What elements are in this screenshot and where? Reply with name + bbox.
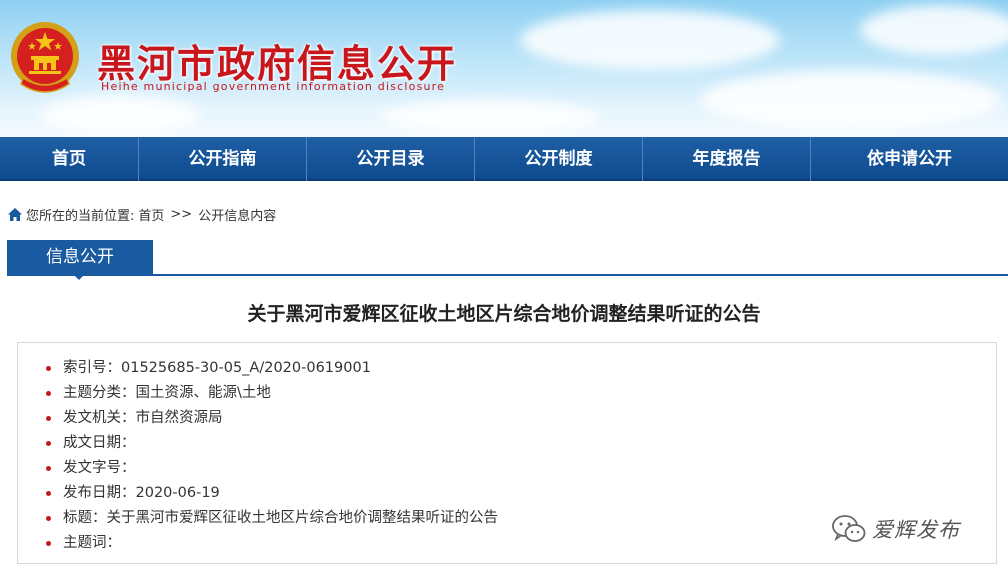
meta-row-written-date: 成文日期：: [46, 431, 498, 456]
bullet-icon: [46, 541, 51, 546]
tab-caret-icon: [73, 274, 85, 280]
nav-item-policy[interactable]: 公开制度: [475, 137, 643, 181]
nav-item-home[interactable]: 首页: [0, 137, 139, 181]
meta-row-title: 标题： 关于黑河市爱辉区征收土地区片综合地价调整结果听证的公告: [46, 506, 498, 531]
breadcrumb-current: 公开信息内容: [198, 209, 277, 224]
meta-value: 市自然资源局: [135, 410, 223, 426]
tab-info-disclosure[interactable]: 信息公开: [7, 240, 153, 274]
nav-item-guide[interactable]: 公开指南: [139, 137, 307, 181]
meta-label: 发文机关：: [63, 410, 136, 426]
bullet-icon: [46, 491, 51, 496]
breadcrumb-prefix: 您所在的当前位置:: [26, 209, 135, 224]
cloud-decoration: [520, 10, 780, 70]
meta-label: 索引号：: [63, 360, 121, 376]
nav-item-apply-disclosure[interactable]: 依申请公开: [811, 137, 1008, 181]
wechat-watermark: 爱辉发布: [832, 514, 960, 544]
meta-label: 主题分类：: [63, 385, 136, 401]
home-icon: [8, 208, 22, 221]
bullet-icon: [46, 366, 51, 371]
nav-item-catalog[interactable]: 公开目录: [307, 137, 475, 181]
meta-value: 国土资源、能源\土地: [135, 385, 271, 401]
national-emblem-icon: [11, 22, 79, 93]
bullet-icon: [46, 466, 51, 471]
cloud-decoration: [700, 70, 1000, 130]
meta-row-document-number: 发文字号：: [46, 456, 498, 481]
article-title: 关于黑河市爱辉区征收土地区片综合地价调整结果听证的公告: [247, 303, 761, 325]
meta-value: 关于黑河市爱辉区征收土地区片综合地价调整结果听证的公告: [106, 510, 499, 526]
bullet-icon: [46, 391, 51, 396]
wechat-icon: [832, 515, 866, 542]
meta-list: 索引号： 01525685-30-05_A/2020-0619001 主题分类：…: [46, 356, 498, 556]
cloud-decoration: [860, 5, 1008, 55]
cloud-decoration: [380, 100, 600, 135]
breadcrumb-home-link[interactable]: 首页: [138, 205, 164, 224]
breadcrumb: 您所在的当前位置: 首页 >> 公开信息内容: [8, 205, 276, 224]
site-subtitle: Heihe municipal government information d…: [101, 80, 446, 93]
header-banner: 黑河市政府信息公开 Heihe municipal government inf…: [0, 0, 1008, 137]
meta-label: 发布日期：: [63, 485, 136, 501]
bullet-icon: [46, 516, 51, 521]
watermark-text: 爱辉发布: [872, 518, 960, 542]
breadcrumb-separator: >>: [170, 207, 193, 222]
section-tab-strip: 信息公开: [7, 240, 1008, 280]
meta-label: 主题词：: [63, 535, 121, 551]
meta-row-publish-date: 发布日期： 2020-06-19: [46, 481, 498, 506]
meta-row-keywords: 主题词：: [46, 531, 498, 556]
main-nav: 首页 公开指南 公开目录 公开制度 年度报告 依申请公开: [0, 137, 1008, 181]
meta-row-category: 主题分类： 国土资源、能源\土地: [46, 381, 498, 406]
bullet-icon: [46, 441, 51, 446]
meta-label: 发文字号：: [63, 460, 136, 476]
meta-row-index-number: 索引号： 01525685-30-05_A/2020-0619001: [46, 356, 498, 381]
meta-value: 01525685-30-05_A/2020-0619001: [121, 360, 371, 376]
bullet-icon: [46, 416, 51, 421]
meta-value: 2020-06-19: [135, 485, 220, 501]
cloud-decoration: [40, 95, 200, 135]
meta-label: 成文日期：: [63, 435, 136, 451]
meta-label: 标题：: [63, 510, 107, 526]
meta-row-issuing-agency: 发文机关： 市自然资源局: [46, 406, 498, 431]
nav-item-annual-report[interactable]: 年度报告: [643, 137, 811, 181]
